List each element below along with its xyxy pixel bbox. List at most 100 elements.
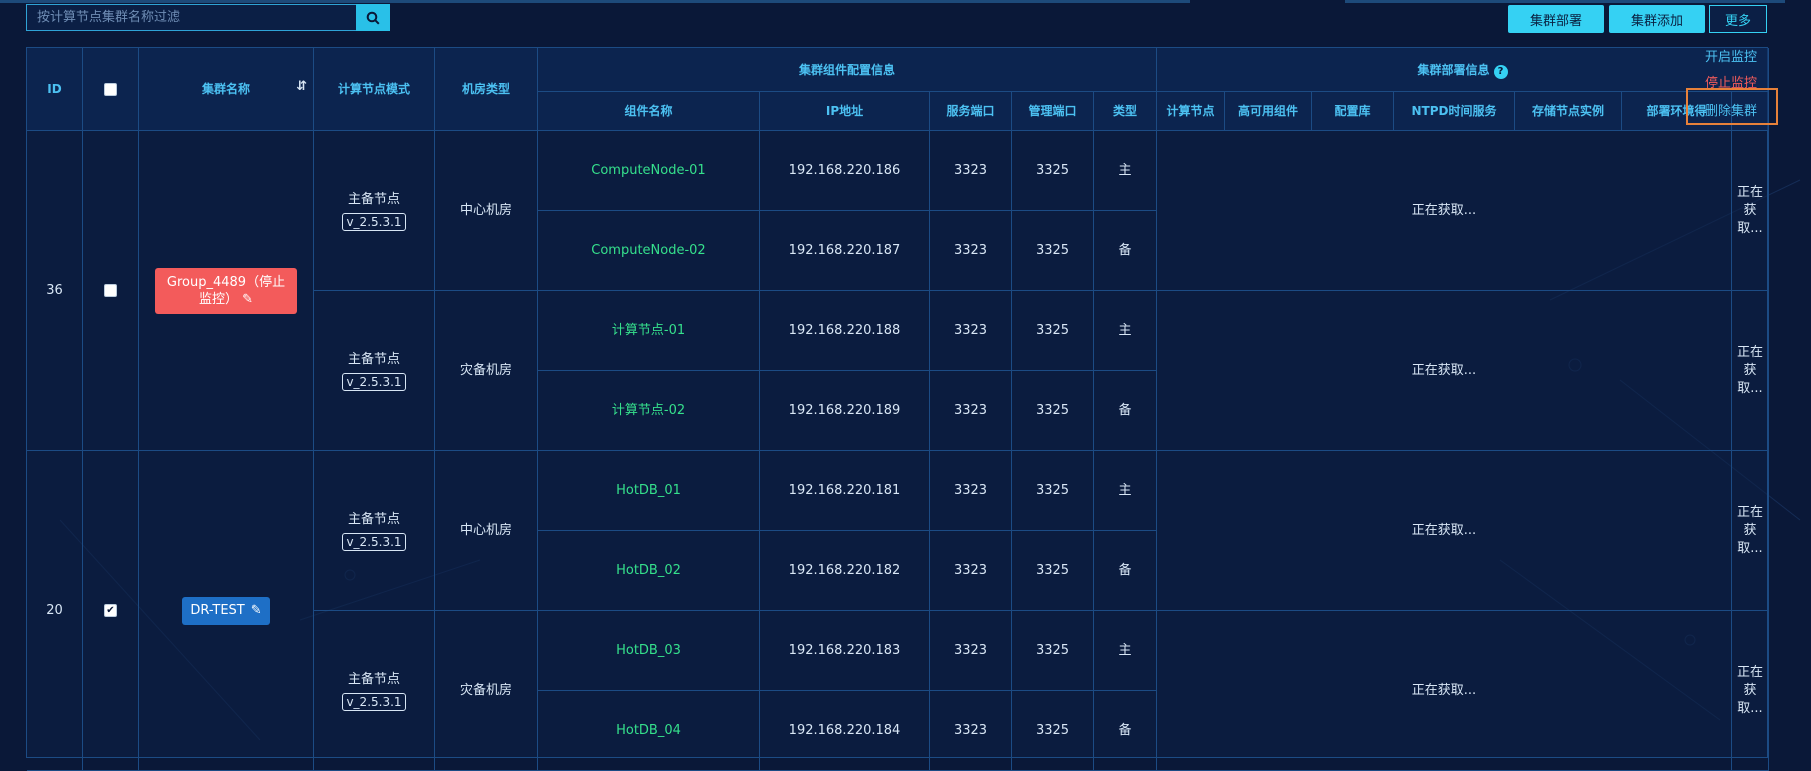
service-port: 3323 [930, 131, 1012, 211]
cluster-id: 36 [27, 131, 83, 451]
component-name: HotDB_01 [538, 451, 760, 531]
service-port: 3323 [930, 611, 1012, 691]
mode-cell: 主备节点 v_2.5.3.1 [314, 291, 435, 451]
cluster-select [83, 131, 139, 451]
component-name: 计算节点-02 [538, 371, 760, 451]
manage-port: 3325 [1012, 611, 1094, 691]
cluster-name-badge[interactable]: Group_4489（停止监控） ✎ [155, 267, 297, 314]
manage-port: 3325 [1012, 691, 1094, 771]
extra-status: 正在获取... [1732, 291, 1769, 451]
deploy-status-short: 正在获取... [1736, 344, 1763, 396]
cluster-filter-search [26, 4, 390, 31]
deploy-status-short: 正在获取... [1736, 504, 1763, 556]
deploy-status: 正在获取... [1157, 611, 1732, 771]
node-mode: 主备节点 [347, 671, 400, 687]
ip-address: 192.168.220.189 [760, 371, 930, 451]
node-mode: 主备节点 [347, 351, 400, 367]
extra-status: 正在获取... [1732, 131, 1769, 291]
header-cluster-name-label: 集群名称 [201, 82, 250, 96]
mode-cell: 主备节点 v_2.5.3.1 [314, 611, 435, 771]
mode-cell: 主备节点 v_2.5.3.1 [314, 131, 435, 291]
service-port: 3323 [930, 211, 1012, 291]
header-component-name: 组件名称 [538, 92, 760, 131]
version-tag: v_2.5.3.1 [342, 372, 406, 391]
ip-address: 192.168.220.182 [760, 531, 930, 611]
search-input[interactable] [27, 5, 347, 30]
cluster-deploy-button[interactable]: 集群部署 [1508, 5, 1604, 33]
edit-icon[interactable]: ✎ [238, 292, 253, 307]
extra-status: 正在获取... [1732, 451, 1769, 611]
version-tag: v_2.5.3.1 [342, 212, 406, 231]
header-ha: 高可用组件 [1225, 92, 1312, 131]
node-type: 备 [1094, 531, 1157, 611]
row-checkbox[interactable]: ✔ [104, 604, 117, 617]
room-cell: 灾备机房 [435, 611, 538, 771]
manage-port: 3325 [1012, 371, 1094, 451]
component-name: ComputeNode-01 [538, 131, 760, 211]
header-deploy-group: 集群部署信息? [1157, 48, 1769, 92]
manage-port: 3325 [1012, 451, 1094, 531]
service-port: 3323 [930, 531, 1012, 611]
service-port: 3323 [930, 691, 1012, 771]
service-port: 3323 [930, 371, 1012, 451]
header-ntpd: NTPD时间服务 [1394, 92, 1515, 131]
ip-address: 192.168.220.188 [760, 291, 930, 371]
ip-address: 192.168.220.181 [760, 451, 930, 531]
version-tag: v_2.5.3.1 [342, 692, 406, 711]
service-port: 3323 [930, 291, 1012, 371]
manage-port: 3325 [1012, 291, 1094, 371]
cluster-add-button[interactable]: 集群添加 [1609, 5, 1705, 33]
top-toolbar: 集群部署 集群添加 更多 [0, 0, 1811, 40]
cluster-select: ✔ [83, 451, 139, 771]
header-config-db: 配置库 [1312, 92, 1394, 131]
cluster-name-text: DR-TEST [190, 602, 245, 618]
node-type: 主 [1094, 611, 1157, 691]
node-type: 主 [1094, 131, 1157, 211]
mode-cell: 主备节点 v_2.5.3.1 [314, 451, 435, 611]
row-checkbox[interactable] [104, 284, 117, 297]
deploy-status: 正在获取... [1157, 131, 1732, 291]
cluster-table: ID 集群名称 ⇵ 计算节点模式 机房类型 集群组件配置信息 集群部署信息? 组件名称 IP地址… [26, 47, 1769, 771]
ip-address: 192.168.220.184 [760, 691, 930, 771]
node-type: 主 [1094, 451, 1157, 531]
select-all-checkbox[interactable] [104, 82, 117, 96]
extra-status: 正在获取... [1732, 611, 1769, 771]
menu-start-monitor[interactable]: 开启监控 [1686, 46, 1776, 65]
ip-address: 192.168.220.183 [760, 611, 930, 691]
component-name: HotDB_02 [538, 531, 760, 611]
service-port: 3323 [930, 451, 1012, 531]
manage-port: 3325 [1012, 131, 1094, 211]
node-mode: 主备节点 [347, 191, 400, 207]
header-compute-node: 计算节点 [1157, 92, 1225, 131]
room-cell: 中心机房 [435, 451, 538, 611]
cluster-name-text: Group_4489（停止监控） [166, 274, 286, 307]
deploy-status-short: 正在获取... [1736, 184, 1763, 236]
header-cluster-name[interactable]: 集群名称 ⇵ [139, 48, 314, 131]
manage-port: 3325 [1012, 211, 1094, 291]
edit-icon[interactable]: ✎ [251, 602, 262, 620]
header-component-group: 集群组件配置信息 [538, 48, 1157, 92]
header-storage: 存储节点实例 [1515, 92, 1622, 131]
header-ip: IP地址 [760, 92, 930, 131]
header-id: ID [27, 48, 83, 131]
cluster-name-badge[interactable]: DR-TEST ✎ [182, 596, 270, 625]
deploy-status: 正在获取... [1157, 451, 1732, 611]
header-type: 类型 [1094, 92, 1157, 131]
node-type: 备 [1094, 371, 1157, 451]
sort-icon[interactable]: ⇵ [296, 78, 307, 96]
manage-port: 3325 [1012, 531, 1094, 611]
more-button[interactable]: 更多 [1709, 5, 1767, 33]
deploy-status: 正在获取... [1157, 291, 1732, 451]
node-mode: 主备节点 [347, 511, 400, 527]
search-button[interactable] [356, 4, 390, 31]
component-name: ComputeNode-02 [538, 211, 760, 291]
version-tag: v_2.5.3.1 [342, 532, 406, 551]
component-name: 计算节点-01 [538, 291, 760, 371]
header-deploy-group-label: 集群部署信息 [1417, 62, 1490, 77]
node-type: 备 [1094, 211, 1157, 291]
header-service-port: 服务端口 [930, 92, 1012, 131]
help-icon[interactable]: ? [1493, 64, 1508, 79]
search-icon [366, 11, 380, 25]
top-divider [1345, 0, 1785, 3]
highlight-box [1686, 88, 1778, 125]
